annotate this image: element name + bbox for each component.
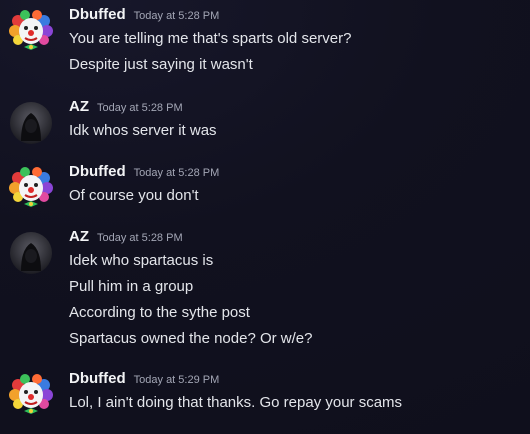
message-group: AZ Today at 5:28 PM Idk whos server it w… [0,96,530,144]
message-header: Dbuffed Today at 5:28 PM [69,161,518,183]
clown-avatar-icon[interactable] [9,166,53,210]
message-header: Dbuffed Today at 5:28 PM [69,4,518,26]
message-group: Dbuffed Today at 5:28 PM You are telling… [0,4,530,78]
message-group: AZ Today at 5:28 PM Idek who spartacus i… [0,226,530,352]
author-name[interactable]: AZ [69,228,89,245]
message-group: Dbuffed Today at 5:28 PM Of course you d… [0,161,530,209]
message-text: Idk whos server it was [69,122,217,139]
hooded-figure-avatar-icon[interactable] [9,231,53,275]
message-group: Dbuffed Today at 5:29 PM Lol, I ain't do… [0,368,530,416]
message-timestamp: Today at 5:28 PM [133,167,220,179]
message-timestamp: Today at 5:28 PM [97,232,183,244]
message-text: Of course you don't [69,187,199,204]
message-timestamp: Today at 5:29 PM [133,374,220,386]
message-header: AZ Today at 5:28 PM [69,226,518,248]
message-timestamp: Today at 5:28 PM [97,102,183,114]
chat-message-list: Dbuffed Today at 5:28 PM You are telling… [0,0,530,434]
clown-avatar-icon[interactable] [9,9,53,53]
message-text: Lol, I ain't doing that thanks. Go repay… [69,394,403,411]
author-name[interactable]: Dbuffed [69,163,126,180]
message-text: Spartacus owned the node? Or w/e? [69,330,313,347]
message-header: AZ Today at 5:28 PM [69,96,518,118]
message-timestamp: Today at 5:28 PM [133,10,220,22]
message-text: Idek who spartacus is [69,252,214,269]
clown-avatar-icon[interactable] [9,373,53,417]
author-name[interactable]: Dbuffed [69,370,126,387]
author-name[interactable]: Dbuffed [69,6,126,23]
hooded-figure-avatar-icon[interactable] [9,101,53,145]
author-name[interactable]: AZ [69,98,89,115]
message-text: You are telling me that's sparts old ser… [69,30,352,47]
message-text: Despite just saying it wasn't [69,56,253,73]
message-header: Dbuffed Today at 5:29 PM [69,368,518,390]
message-text: According to the sythe post [69,304,250,321]
message-text: Pull him in a group [69,278,194,295]
